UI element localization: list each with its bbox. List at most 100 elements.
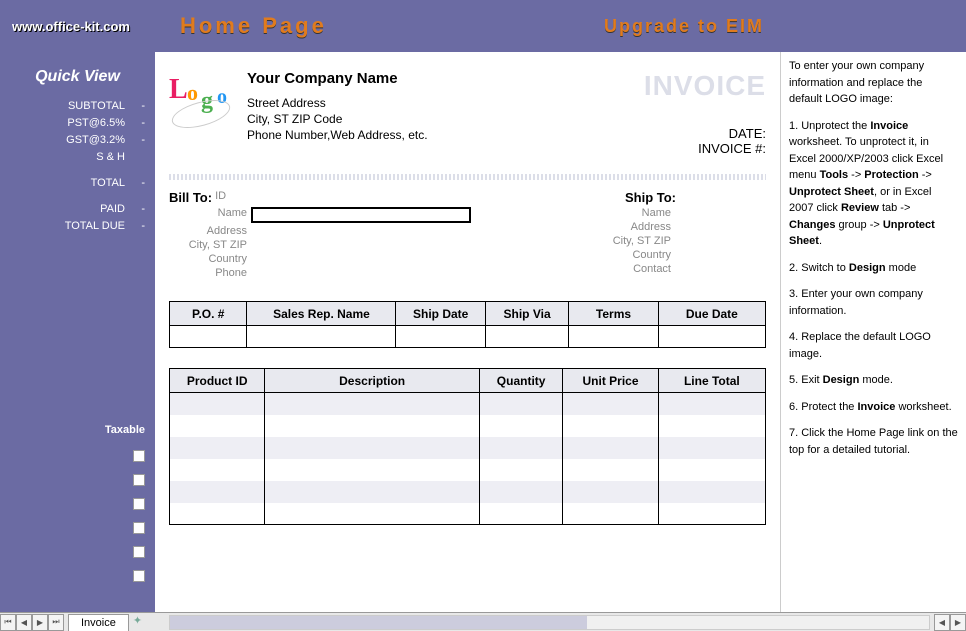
taxable-checkbox-4[interactable] — [133, 522, 145, 534]
bill-phone-label: Phone — [169, 267, 247, 279]
line-items-table: Product ID Description Quantity Unit Pri… — [169, 368, 766, 525]
item-row — [170, 415, 766, 437]
bill-address-label: Address — [169, 225, 247, 237]
tab-nav-last[interactable]: ⏭ — [48, 614, 64, 631]
shipdate-cell[interactable] — [396, 326, 485, 348]
upgrade-link[interactable]: Upgrade to EIM — [604, 16, 764, 37]
top-bar: www.office-kit.com Home Page Upgrade to … — [0, 0, 966, 52]
qv-sh-value — [125, 151, 145, 163]
scroll-right-button[interactable]: ▶ — [950, 614, 966, 631]
item-row — [170, 459, 766, 481]
bill-to-block: Bill To:ID Name Address City, ST ZIP Cou… — [169, 190, 471, 281]
item-row — [170, 481, 766, 503]
tab-nav-first[interactable]: ⏮ — [0, 614, 16, 631]
ship-address-input[interactable] — [675, 221, 766, 233]
po-header: P.O. # — [170, 302, 247, 326]
item-row — [170, 503, 766, 525]
salesrep-cell[interactable] — [247, 326, 396, 348]
tab-nav-next[interactable]: ▶ — [32, 614, 48, 631]
home-page-link[interactable]: Home Page — [180, 13, 327, 39]
qv-subtotal-label: SUBTOTAL — [10, 100, 125, 112]
help-step-1: 1. Unprotect the Invoice worksheet. To u… — [789, 118, 958, 250]
taxable-checkbox-3[interactable] — [133, 498, 145, 510]
company-city[interactable]: City, ST ZIP Code — [247, 111, 644, 127]
company-phone[interactable]: Phone Number,Web Address, etc. — [247, 127, 644, 143]
salesrep-header: Sales Rep. Name — [247, 302, 396, 326]
quantity-header: Quantity — [479, 369, 562, 393]
item-row — [170, 437, 766, 459]
productid-header: Product ID — [170, 369, 265, 393]
help-step-5: 5. Exit Design mode. — [789, 372, 958, 389]
main-layout: Quick View SUBTOTAL- PST@6.5%- GST@3.2%-… — [0, 52, 966, 612]
help-step-6: 6. Protect the Invoice worksheet. — [789, 399, 958, 416]
qv-sh-label: S & H — [10, 151, 125, 163]
bill-cityzip-input[interactable] — [251, 239, 471, 251]
help-step-3: 3. Enter your own company information. — [789, 286, 958, 319]
help-step-2: 2. Switch to Design mode — [789, 260, 958, 277]
qv-due-label: TOTAL DUE — [10, 220, 125, 232]
company-name[interactable]: Your Company Name — [247, 70, 644, 87]
ship-address-label: Address — [501, 221, 671, 233]
bill-country-input[interactable] — [251, 253, 471, 265]
bill-cityzip-label: City, ST ZIP — [169, 239, 247, 251]
left-panel: Quick View SUBTOTAL- PST@6.5%- GST@3.2%-… — [0, 52, 155, 612]
terms-cell[interactable] — [569, 326, 658, 348]
qv-gst-label: GST@3.2% — [10, 134, 125, 146]
linetotal-header: Line Total — [658, 369, 765, 393]
bill-to-title: Bill To: — [169, 190, 212, 205]
ship-contact-input[interactable] — [675, 263, 766, 275]
site-url[interactable]: www.office-kit.com — [12, 19, 130, 34]
po-cell[interactable] — [170, 326, 247, 348]
taxable-checkbox-6[interactable] — [133, 570, 145, 582]
ship-name-input[interactable] — [675, 207, 766, 219]
qv-total-label: TOTAL — [10, 177, 125, 189]
taxable-checkbox-2[interactable] — [133, 474, 145, 486]
ship-country-label: Country — [501, 249, 671, 261]
date-label: DATE: — [644, 126, 766, 141]
shipvia-cell[interactable] — [485, 326, 568, 348]
taxable-checkbox-5[interactable] — [133, 546, 145, 558]
qv-gst-value: - — [125, 134, 145, 146]
ship-contact-label: Contact — [501, 263, 671, 275]
ship-to-title: Ship To: — [625, 190, 676, 205]
taxable-label: Taxable — [8, 424, 145, 436]
taxable-checkboxes — [8, 450, 147, 585]
taxable-checkbox-1[interactable] — [133, 450, 145, 462]
qv-due-value: - — [125, 220, 145, 232]
bill-name-input[interactable] — [251, 207, 471, 223]
scroll-left-button[interactable]: ◀ — [934, 614, 950, 631]
logo-placeholder: Logo — [169, 70, 241, 130]
duedate-header: Due Date — [658, 302, 765, 326]
sheet-tab-invoice[interactable]: Invoice — [68, 614, 129, 631]
ship-cityzip-input[interactable] — [675, 235, 766, 247]
new-sheet-icon[interactable]: ✦ — [133, 614, 149, 630]
order-info-table: P.O. # Sales Rep. Name Ship Date Ship Vi… — [169, 301, 766, 348]
help-intro: To enter your own company information an… — [789, 58, 958, 108]
qv-total-value: - — [125, 177, 145, 189]
description-header: Description — [265, 369, 480, 393]
horizontal-scrollbar[interactable] — [169, 615, 930, 630]
bill-name-label: Name — [169, 207, 247, 223]
ship-to-block: Ship To: Name Address City, ST ZIP Count… — [501, 190, 766, 281]
item-row — [170, 393, 766, 415]
help-step-4: 4. Replace the default LOGO image. — [789, 329, 958, 362]
ship-country-input[interactable] — [675, 249, 766, 261]
tab-nav-prev[interactable]: ◀ — [16, 614, 32, 631]
sheet-tabs-bar: ⏮ ◀ ▶ ⏭ Invoice ✦ ◀ ▶ — [0, 612, 966, 631]
invoice-sheet[interactable]: Logo Your Company Name Street Address Ci… — [155, 52, 780, 612]
bill-address-input[interactable] — [251, 225, 471, 237]
invoice-num-label: INVOICE #: — [644, 141, 766, 156]
qv-pst-value: - — [125, 117, 145, 129]
help-panel: To enter your own company information an… — [780, 52, 966, 612]
terms-header: Terms — [569, 302, 658, 326]
unitprice-header: Unit Price — [563, 369, 658, 393]
bill-phone-input[interactable] — [251, 267, 471, 279]
company-street[interactable]: Street Address — [247, 95, 644, 111]
duedate-cell[interactable] — [658, 326, 765, 348]
shipdate-header: Ship Date — [396, 302, 485, 326]
ship-name-label: Name — [501, 207, 671, 219]
qv-paid-label: PAID — [10, 203, 125, 215]
invoice-title: INVOICE — [644, 70, 766, 102]
bill-to-id: ID — [215, 190, 226, 205]
bill-country-label: Country — [169, 253, 247, 265]
